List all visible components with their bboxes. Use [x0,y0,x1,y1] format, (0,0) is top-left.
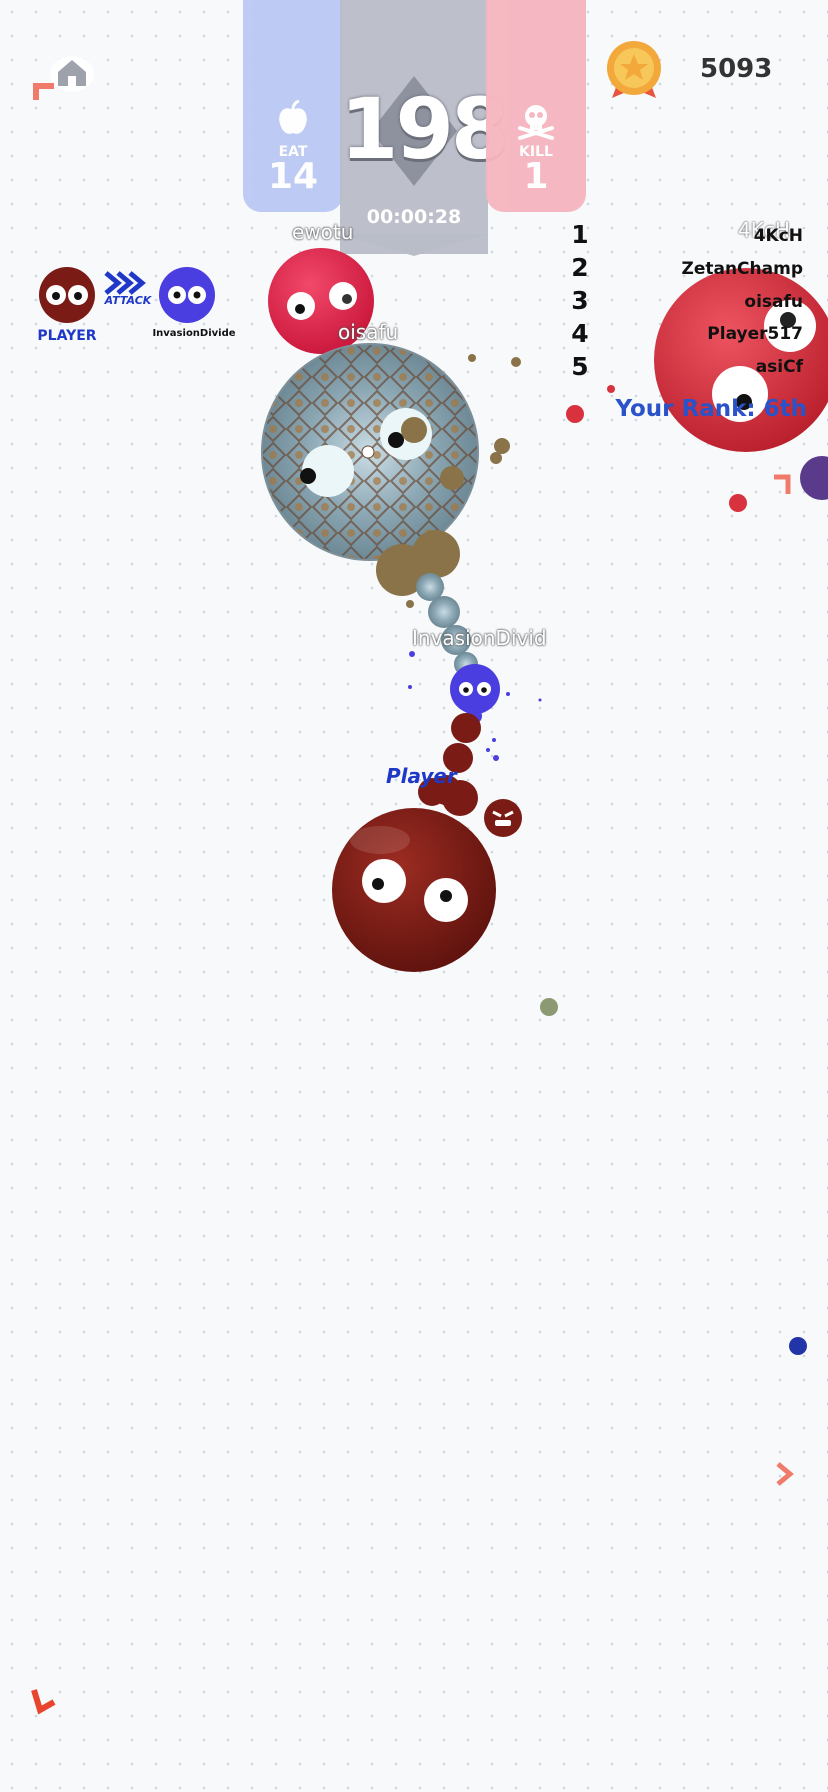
food-red-3 [729,494,747,512]
leaderboard-rank: 2 [571,253,589,282]
direction-arrow-icon [776,1462,794,1486]
leaderboard: 1 4KcH 2 ZetanChamp 3 oisafu 4 Player517… [565,218,815,422]
leaderboard-name: asiCf [755,357,803,377]
your-rank: Your Rank: 6th [615,396,807,422]
leaderboard-rank: 5 [571,352,589,381]
enemy-blob-oisafu [261,343,479,561]
name-tag-oisafu: oisafu [338,320,399,344]
name-tag-invasion: InvasionDivid [412,626,547,650]
angry-blob [484,799,522,837]
leaderboard-name: 4KcH [753,226,803,246]
direction-arrow-icon [774,474,791,494]
mosaic-trail [416,573,478,676]
leaderboard-rank: 1 [571,220,589,249]
leaderboard-name: oisafu [744,292,803,312]
food-navy [789,1337,807,1355]
name-tag-player: Player [386,764,457,788]
enemy-blob-invasiondivide [450,664,500,724]
leaderboard-name: Player517 [707,324,803,344]
leaderboard-rank: 4 [571,319,589,348]
food-green [540,998,558,1016]
leaderboard-rank: 3 [571,286,589,315]
offscreen-blob-edge [800,456,828,500]
leaderboard-name: ZetanChamp [681,259,804,279]
name-tag-ewotu: ewotu [292,220,354,244]
player-blob [332,713,496,972]
direction-arrow-icon [31,1689,56,1715]
